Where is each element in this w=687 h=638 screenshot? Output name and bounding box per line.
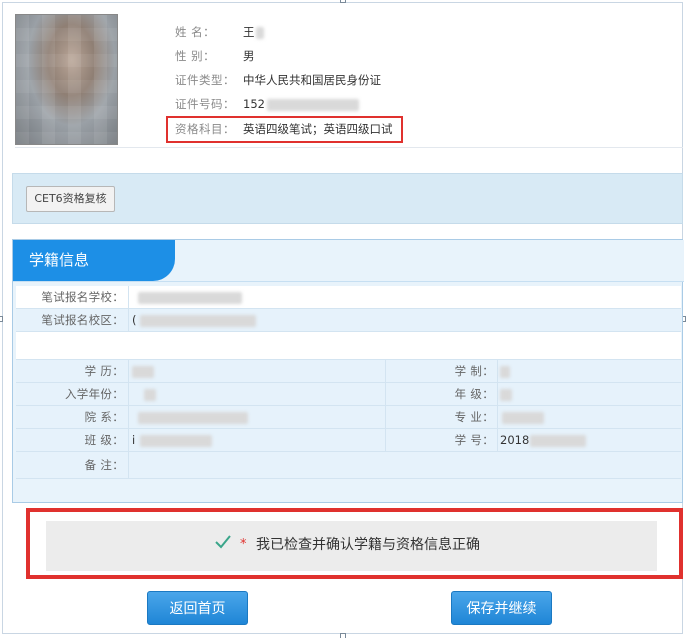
table-row — [16, 332, 681, 359]
enroll-year-label: 入学年份： — [65, 387, 124, 401]
gender-value: 男 — [243, 49, 255, 63]
save-continue-button[interactable]: 保存并继续 — [451, 591, 552, 625]
name-row: 姓 名： 王 — [175, 24, 264, 40]
major-label: 专 业： — [454, 410, 494, 424]
id-type-value: 中华人民共和国居民身份证 — [243, 73, 381, 87]
checkmark-icon[interactable] — [214, 533, 232, 551]
school-label: 笔试报名学校： — [41, 290, 124, 304]
confirm-checkbox-area[interactable]: * 我已检查并确认学籍与资格信息正确 — [46, 521, 657, 571]
table-row: 院 系： 专 业： — [16, 406, 681, 428]
confirm-highlight-box: * 我已检查并确认学籍与资格信息正确 — [26, 508, 683, 579]
class-label: 班 级： — [84, 433, 124, 447]
divider — [15, 147, 683, 148]
gender-label: 性 别： — [175, 49, 216, 63]
id-number-value: 152 — [243, 97, 265, 111]
section-header: 学籍信息 — [13, 240, 684, 282]
remark-label: 备 注： — [84, 458, 124, 472]
back-home-button[interactable]: 返回首页 — [147, 591, 248, 625]
schooling-label: 学 制： — [454, 364, 494, 378]
cet6-toolbar: CET6资格复核 — [12, 173, 683, 224]
student-id-value: 2018 — [500, 433, 530, 447]
class-value: i — [132, 433, 136, 447]
table-row: 班 级： i 学 号： 2018 — [16, 429, 681, 451]
table-row: 备 注： — [16, 452, 681, 478]
gender-row: 性 别： 男 — [175, 48, 255, 64]
grade-label: 年 级： — [454, 387, 494, 401]
table-row: 入学年份： 年 级： — [16, 383, 681, 405]
resize-handle-left[interactable] — [0, 316, 3, 322]
section-title: 学籍信息 — [13, 240, 175, 281]
id-number-label: 证件号码： — [175, 97, 235, 111]
subject-highlight-box — [166, 116, 403, 143]
cet6-review-button[interactable]: CET6资格复核 — [26, 186, 115, 212]
campus-label: 笔试报名校区： — [41, 313, 124, 327]
id-type-label: 证件类型： — [175, 73, 235, 87]
campus-value: ( — [132, 313, 137, 327]
resize-handle-top[interactable] — [340, 0, 346, 3]
name-label: 姓 名： — [175, 25, 216, 39]
table-row: 笔试报名校区： ( — [16, 309, 681, 331]
name-value: 王 — [243, 25, 255, 39]
id-type-row: 证件类型： 中华人民共和国居民身份证 — [175, 72, 381, 88]
student-status-section: 学籍信息 笔试报名学校： 笔试报名校区： ( 学 历： 学 制： 入学年份： 年… — [12, 239, 684, 503]
candidate-photo — [15, 14, 118, 145]
student-status-table: 笔试报名学校： 笔试报名校区： ( 学 历： 学 制： 入学年份： 年 级： 院… — [16, 286, 681, 498]
id-number-row: 证件号码： 152 — [175, 96, 359, 112]
education-label: 学 历： — [84, 364, 124, 378]
table-row: 笔试报名学校： — [16, 286, 681, 308]
resize-handle-bottom[interactable] — [340, 633, 346, 638]
confirm-text: 我已检查并确认学籍与资格信息正确 — [256, 537, 480, 553]
table-row: 学 历： 学 制： — [16, 360, 681, 382]
student-id-label: 学 号： — [454, 433, 494, 447]
required-star: * — [240, 537, 247, 552]
department-label: 院 系： — [84, 410, 124, 424]
